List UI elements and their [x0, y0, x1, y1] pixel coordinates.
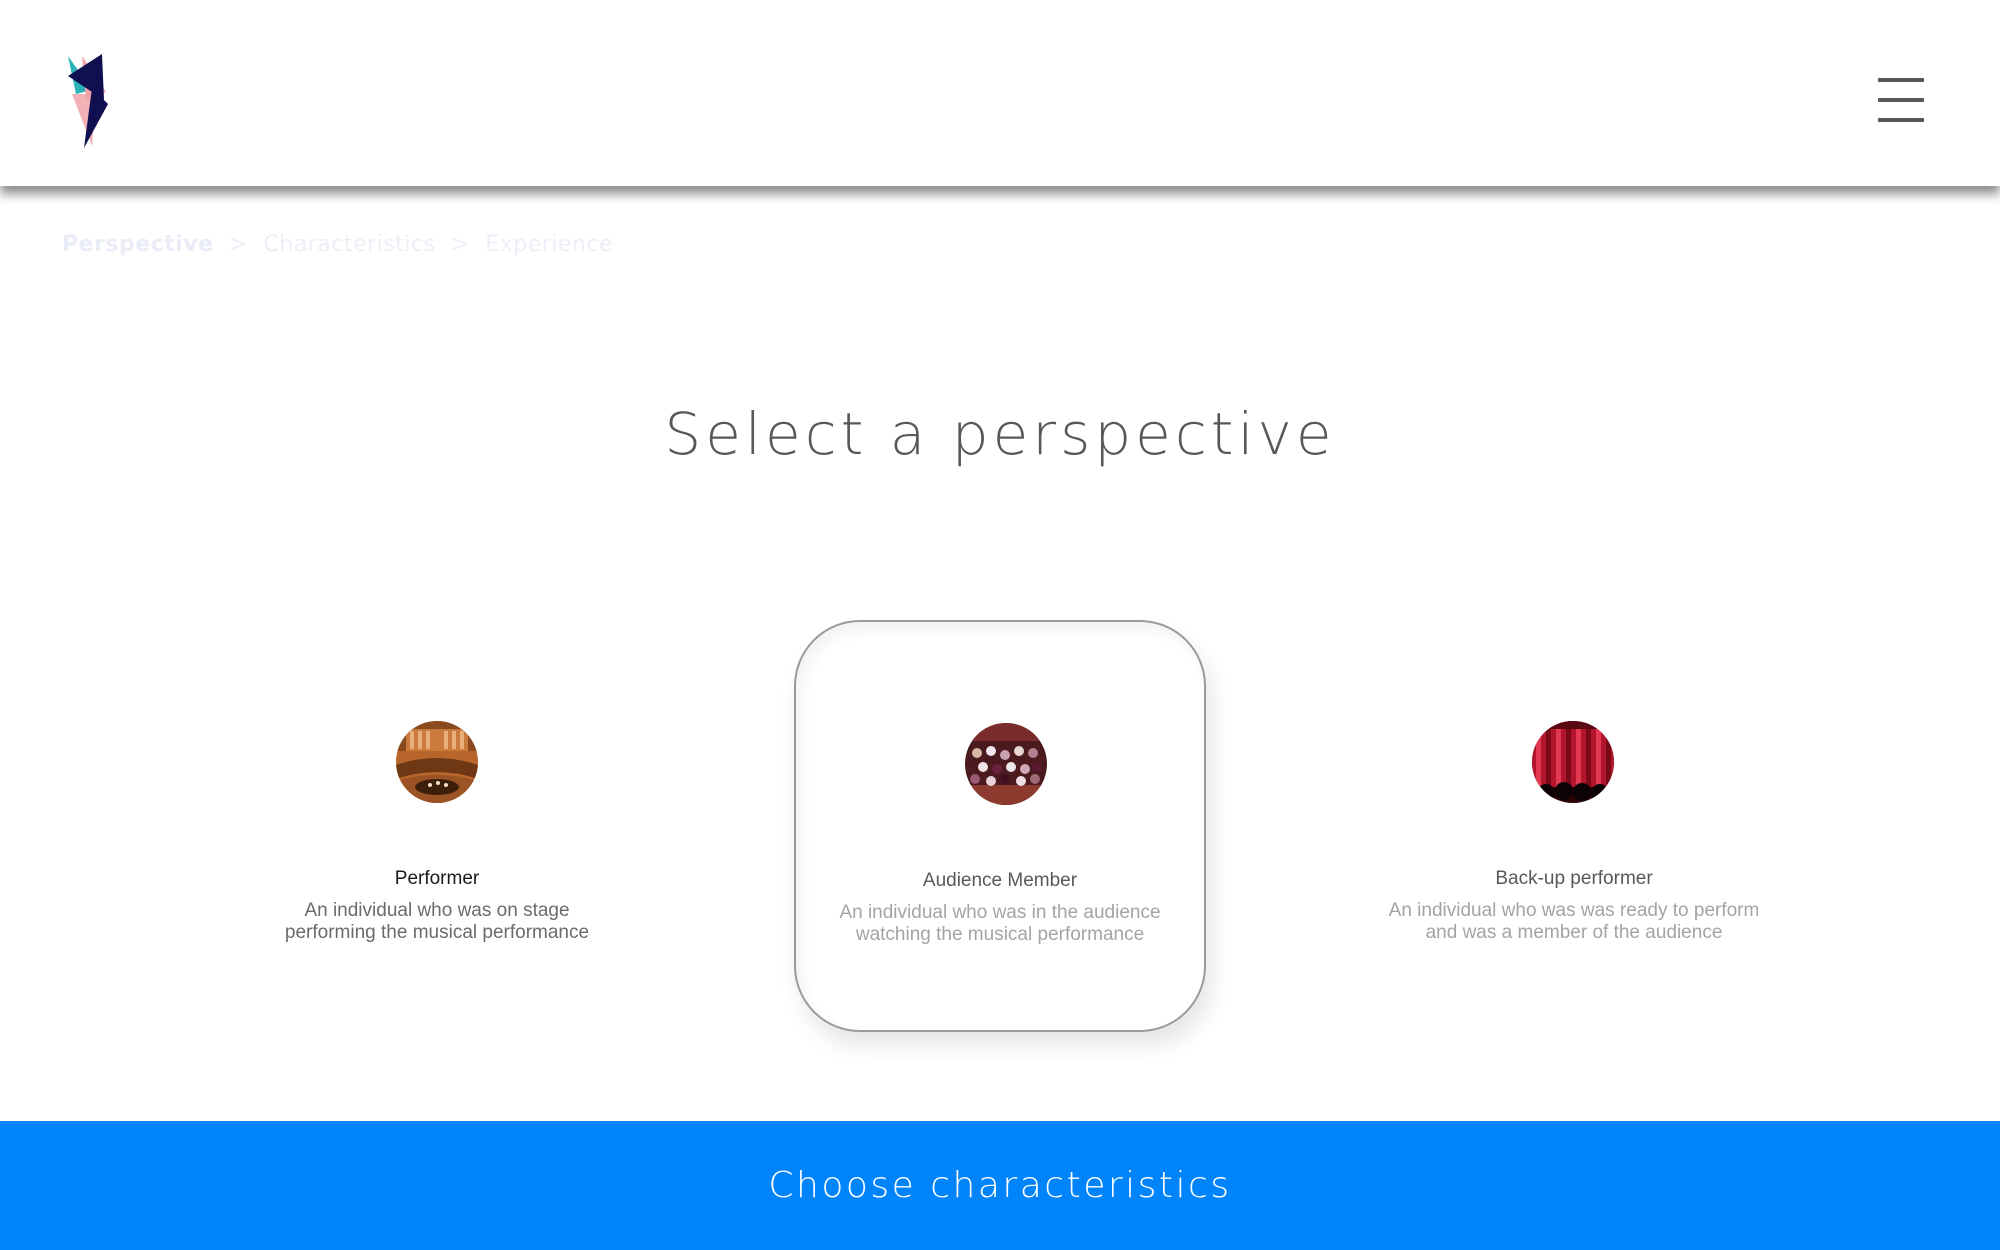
- breadcrumb-step-characteristics[interactable]: Characteristics: [263, 232, 435, 257]
- card-description: An individual who was in the audience wa…: [736, 902, 1264, 946]
- breadcrumb: Perspective > Characteristics > Experien…: [62, 232, 613, 257]
- breadcrumb-separator: >: [229, 232, 248, 257]
- menu-bar: [1878, 98, 1924, 102]
- red-curtain-photo: [1532, 721, 1614, 803]
- card-description-line: and was a member of the audience: [1425, 922, 1723, 943]
- menu-bar: [1878, 118, 1924, 122]
- cta-label: Choose characteristics: [768, 1165, 1232, 1206]
- breadcrumb-step-experience[interactable]: Experience: [485, 232, 613, 257]
- page-title: Select a perspective: [664, 400, 1336, 468]
- card-description-line: An individual who was was ready to perfo…: [1388, 900, 1760, 921]
- menu-bar: [1878, 78, 1924, 82]
- perspective-card-audience-member[interactable]: Audience Member An individual who was in…: [794, 620, 1206, 1032]
- breadcrumb-separator: >: [450, 232, 470, 257]
- card-description-line: An individual who was on stage: [304, 900, 570, 921]
- card-description-line: watching the musical performance: [855, 924, 1145, 945]
- logo-icon[interactable]: [62, 54, 120, 148]
- choose-characteristics-button[interactable]: Choose characteristics: [0, 1121, 2000, 1250]
- card-title: Back-up performer: [1495, 868, 1653, 889]
- hamburger-menu-icon[interactable]: [1878, 78, 1924, 122]
- card-description: An individual who was was ready to perfo…: [1308, 900, 1840, 944]
- card-description-line: performing the musical performance: [284, 922, 590, 943]
- perspective-card-performer[interactable]: Performer An individual who was on stage…: [231, 620, 643, 1032]
- card-description-line: An individual who was in the audience: [839, 902, 1161, 923]
- perspective-card-back-up-performer[interactable]: Back-up performer An individual who was …: [1368, 620, 1780, 1032]
- card-description: An individual who was on stage performin…: [171, 900, 703, 944]
- card-title: Audience Member: [922, 870, 1078, 891]
- concert-hall-photo: [396, 721, 478, 803]
- breadcrumb-step-perspective[interactable]: Perspective: [62, 232, 214, 257]
- audience-crowd-photo: [965, 723, 1047, 805]
- card-title: Performer: [394, 868, 480, 889]
- app-header: [0, 0, 2000, 186]
